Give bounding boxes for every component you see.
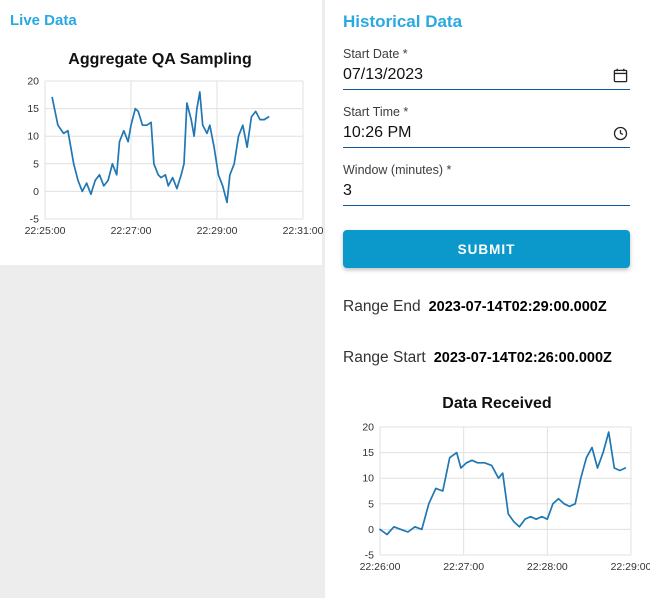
live-data-column: Live Data Aggregate QA Sampling -5 0 5 10 15…: [0, 0, 324, 598]
received-chart: -5 0 5 10 15 20 22:26:00 22:27:00 22:28:00 22:29:…: [360, 422, 650, 574]
svg-text:-5: -5: [30, 214, 39, 226]
svg-text:22:26:00: 22:26:00: [360, 561, 401, 573]
range-end-row: Range End 2023-07-14T02:29:00.000Z: [343, 298, 630, 316]
range-start-label: Range Start: [343, 349, 426, 366]
received-chart-title: Data Received: [442, 395, 552, 412]
svg-text:5: 5: [368, 498, 374, 510]
svg-text:22:25:00: 22:25:00: [25, 225, 66, 237]
svg-text:22:29:00: 22:29:00: [611, 561, 650, 573]
svg-text:0: 0: [368, 524, 374, 536]
range-end-value: 2023-07-14T02:29:00.000Z: [428, 299, 607, 315]
clock-icon[interactable]: [612, 125, 628, 141]
start-time-label: Start Time *: [343, 105, 409, 119]
svg-text:22:31:00: 22:31:00: [283, 225, 324, 237]
start-date-input[interactable]: [343, 66, 612, 84]
historical-data-panel: Historical Data Start Date * Start Time …: [325, 0, 650, 598]
live-data-title: Live Data: [10, 12, 77, 29]
svg-text:5: 5: [33, 158, 39, 170]
window-field-group: Window (minutes) *: [343, 163, 630, 206]
page: Live Data Aggregate QA Sampling -5 0 5 10 15…: [0, 0, 650, 598]
range-end-label: Range End: [343, 298, 421, 315]
submit-button[interactable]: SUBMIT: [343, 230, 630, 268]
historical-data-title: Historical Data: [343, 12, 463, 31]
live-chart-title: Aggregate QA Sampling: [68, 51, 252, 68]
start-time-row: [343, 121, 630, 148]
svg-text:10: 10: [362, 473, 374, 485]
start-date-label: Start Date *: [343, 47, 408, 61]
range-start-row: Range Start 2023-07-14T02:26:00.000Z: [343, 349, 630, 367]
start-date-row: [343, 63, 630, 90]
calendar-icon[interactable]: [612, 67, 628, 83]
svg-text:10: 10: [27, 131, 39, 143]
svg-text:15: 15: [27, 103, 39, 115]
live-data-panel: Live Data Aggregate QA Sampling -5 0 5 10 15…: [0, 0, 324, 265]
live-chart: -5 0 5 10 15 20 22:25:00 22:27:00 22:29:00 22:31:…: [25, 76, 324, 238]
start-time-field-group: Start Time *: [343, 105, 630, 148]
range-start-value: 2023-07-14T02:26:00.000Z: [433, 350, 612, 366]
start-time-input[interactable]: [343, 124, 612, 142]
svg-text:22:27:00: 22:27:00: [111, 225, 152, 237]
svg-text:20: 20: [362, 422, 374, 434]
window-input[interactable]: [343, 182, 628, 200]
window-label: Window (minutes) *: [343, 163, 452, 177]
window-row: [343, 179, 630, 206]
svg-text:15: 15: [362, 447, 374, 459]
svg-text:22:28:00: 22:28:00: [527, 561, 568, 573]
svg-text:0: 0: [33, 186, 39, 198]
start-date-field-group: Start Date *: [343, 47, 630, 90]
svg-text:22:27:00: 22:27:00: [443, 561, 484, 573]
svg-text:20: 20: [27, 76, 39, 88]
svg-text:22:29:00: 22:29:00: [197, 225, 238, 237]
svg-text:-5: -5: [365, 550, 374, 562]
